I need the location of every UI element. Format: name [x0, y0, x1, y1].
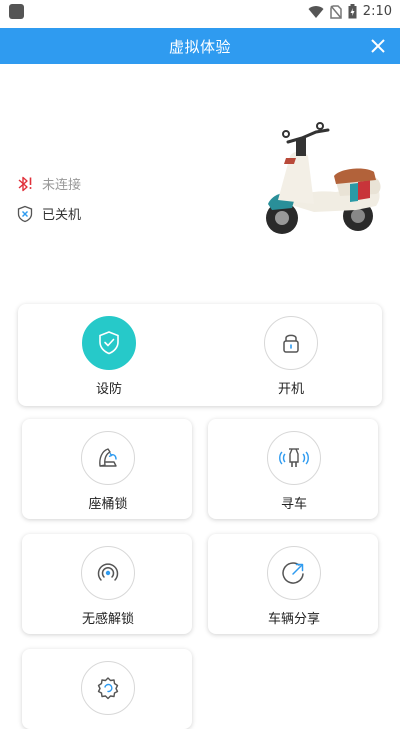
keyless-unlock-button[interactable]: 无感解锁 [81, 546, 135, 627]
bluetooth-disconnected-icon [18, 176, 32, 191]
find-vehicle-circle [267, 431, 321, 485]
share-icon [282, 562, 304, 584]
battery-icon [348, 4, 357, 19]
settings-button[interactable] [81, 661, 135, 715]
gear-icon [97, 677, 119, 700]
seat-lock-icon [99, 448, 117, 467]
primary-controls-card: 设防 开机 [18, 304, 382, 406]
power-status: 已关机 [16, 204, 81, 223]
find-vehicle-icon [279, 448, 309, 467]
share-vehicle-label: 车辆分享 [267, 612, 320, 627]
keyless-unlock-circle [81, 546, 135, 600]
settings-card[interactable] [22, 649, 192, 729]
vehicle-status-area: 未连接 已关机 [0, 64, 400, 300]
status-bar: 2:10 [0, 0, 400, 28]
find-vehicle-button[interactable]: 寻车 [267, 431, 321, 512]
close-icon [371, 39, 385, 53]
close-button[interactable] [366, 34, 390, 58]
no-sim-icon [330, 4, 342, 19]
scooter-image [266, 122, 381, 234]
power-status-label: 已关机 [42, 208, 82, 223]
power-on-button[interactable]: 开机 [264, 316, 318, 397]
power-on-label: 开机 [277, 382, 304, 397]
settings-circle [81, 661, 135, 715]
seat-lock-card[interactable]: 座桶锁 [22, 419, 192, 519]
find-vehicle-card[interactable]: 寻车 [208, 419, 378, 519]
shield-off-icon [17, 205, 33, 222]
keyless-unlock-card[interactable]: 无感解锁 [22, 534, 192, 634]
arm-label: 设防 [95, 382, 122, 397]
power-on-button-circle [264, 316, 318, 370]
title-bar: 虚拟体验 [0, 28, 400, 64]
share-vehicle-button[interactable]: 车辆分享 [267, 546, 321, 627]
keyless-signal-icon [97, 563, 119, 581]
seat-lock-circle [81, 431, 135, 485]
arm-button-circle [82, 316, 136, 370]
notification-icon [9, 4, 24, 19]
find-vehicle-label: 寻车 [280, 497, 307, 512]
arm-button[interactable]: 设防 [82, 316, 136, 397]
lock-icon [283, 334, 299, 353]
bluetooth-status-label: 未连接 [42, 178, 82, 193]
keyless-unlock-label: 无感解锁 [81, 612, 134, 627]
bluetooth-status: 未连接 [16, 174, 81, 193]
shield-check-icon [99, 331, 119, 355]
seat-lock-label: 座桶锁 [88, 497, 128, 512]
wifi-icon [308, 5, 324, 18]
seat-lock-button[interactable]: 座桶锁 [81, 431, 135, 512]
share-vehicle-card[interactable]: 车辆分享 [208, 534, 378, 634]
page-title: 虚拟体验 [168, 37, 231, 56]
clock: 2:10 [362, 4, 392, 19]
share-vehicle-circle [267, 546, 321, 600]
